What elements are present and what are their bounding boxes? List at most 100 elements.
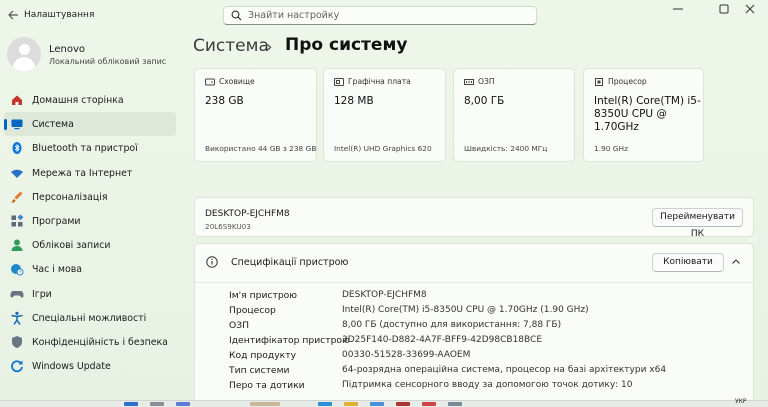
- copy-button[interactable]: Копіювати: [652, 253, 724, 272]
- home-icon: [12, 95, 22, 105]
- sidebar-item-home[interactable]: Домашня сторінка: [4, 88, 176, 112]
- card-value: 8,00 ГБ: [464, 95, 505, 107]
- sidebar-item-label: Ігри: [32, 288, 52, 300]
- sidebar-item-label: Конфіденційність і безпека: [32, 336, 168, 348]
- spec-label: Перо та дотики: [229, 380, 305, 391]
- card-value: Intel(R) Core(TM) i5-8350U CPU @ 1.70GHz: [594, 95, 701, 133]
- sidebar-item-bluetooth[interactable]: Bluetooth та пристрої: [4, 136, 176, 160]
- store-icon[interactable]: [370, 402, 384, 406]
- card-title: Сховище: [219, 77, 255, 86]
- device-name: DESKTOP-EJCHFM8: [205, 209, 290, 219]
- sidebar-item-system[interactable]: Система: [4, 112, 176, 137]
- sidebar-item-personalization[interactable]: Персоналізація: [4, 185, 176, 209]
- apps-icon: [11, 214, 24, 227]
- person-icon: [11, 239, 23, 252]
- edge-icon[interactable]: [318, 402, 332, 406]
- search-icon: [231, 10, 242, 21]
- sidebar-item-label: Система: [32, 119, 74, 131]
- spec-value: 00330-51528-33699-AAOEM: [342, 350, 471, 360]
- breadcrumb-parent[interactable]: Система: [193, 36, 269, 56]
- card-title: ОЗП: [478, 77, 495, 86]
- sidebar-item-windows-update[interactable]: Windows Update: [4, 354, 176, 378]
- sidebar-item-label: Bluetooth та пристрої: [32, 143, 138, 155]
- language-indicator[interactable]: УКР: [735, 398, 747, 405]
- task-view-icon[interactable]: [176, 402, 190, 406]
- sidebar-item-label: Спеціальні можливості: [32, 312, 147, 324]
- sidebar-item-privacy[interactable]: Конфіденційність і безпека: [4, 330, 176, 354]
- title-bar: Налаштування Знайти настройку: [0, 0, 768, 32]
- specs-header[interactable]: Специфікації пристрою Копіювати: [195, 244, 753, 283]
- spec-value: DESKTOP-EJCHFM8: [342, 290, 427, 300]
- app-icon[interactable]: [422, 402, 436, 406]
- chevron-up-icon[interactable]: [731, 257, 741, 267]
- cpu-icon: [595, 78, 603, 86]
- explorer-icon[interactable]: [344, 402, 358, 406]
- sidebar-item-label: Облікові записи: [32, 240, 111, 252]
- sidebar-item-label: Windows Update: [32, 361, 111, 373]
- sidebar-item-label: Персоналізація: [32, 191, 108, 203]
- settings-taskbar-icon[interactable]: [448, 402, 462, 406]
- widgets-icon[interactable]: [250, 402, 280, 406]
- page-title: Про систему: [285, 35, 408, 55]
- card-subtext: Intel(R) UHD Graphics 620: [334, 144, 432, 153]
- profile-name: Lenovo: [49, 44, 86, 55]
- storage-icon: [205, 78, 215, 86]
- accessibility-icon: [11, 311, 23, 325]
- card-subtext: 1.90 GHz: [594, 144, 628, 153]
- sidebar-item-label: Мережа та Інтернет: [32, 167, 133, 179]
- card-title: Процесор: [608, 77, 647, 86]
- sidebar-item-time-language[interactable]: Час і мова: [4, 257, 176, 281]
- bluetooth-icon: [12, 142, 22, 155]
- search-taskbar-icon[interactable]: [150, 402, 164, 406]
- spec-value: Підтримка сенсорного вводу за допомогою …: [342, 380, 633, 390]
- app-title: Налаштування: [24, 10, 95, 20]
- ram-card[interactable]: ОЗП 8,00 ГБ Швидкість: 2400 МГц: [453, 68, 575, 162]
- sidebar-item-label: Час і мова: [32, 264, 82, 276]
- rename-pc-button[interactable]: Перейменувати ПК: [652, 208, 743, 239]
- brush-icon: [11, 191, 23, 203]
- device-name-panel: DESKTOP-EJCHFM8 20L6S9KU03 Перейменувати…: [194, 197, 754, 239]
- search-input[interactable]: Знайти настройку: [248, 10, 339, 21]
- sidebar-item-apps[interactable]: Програми: [4, 209, 176, 233]
- device-specs-panel: Специфікації пристрою Копіювати Ім'я при…: [194, 243, 754, 406]
- wifi-icon: [11, 169, 23, 178]
- spec-label: Процесор: [229, 305, 276, 316]
- info-icon: [206, 256, 218, 268]
- spec-label: Тип системи: [229, 365, 290, 376]
- sidebar-nav: Домашня сторінка Система Bluetooth та пр…: [4, 88, 176, 378]
- breadcrumb-separator: ›: [266, 37, 273, 56]
- spec-value: 3D25F140-D882-4A7F-BFF9-42D98CB18BCE: [342, 335, 543, 345]
- update-icon: [11, 360, 23, 373]
- system-icon: [11, 119, 23, 130]
- maximize-icon: [719, 4, 729, 14]
- card-value: 238 GB: [205, 95, 244, 107]
- cpu-card[interactable]: Процесор Intel(R) Core(TM) i5-8350U CPU …: [583, 68, 704, 162]
- spec-value: Intel(R) Core(TM) i5-8350U CPU @ 1.70GHz…: [342, 305, 589, 315]
- sidebar-item-accounts[interactable]: Облікові записи: [4, 233, 176, 257]
- profile-account-type: Локальний обліковий запис: [49, 57, 167, 66]
- gamepad-icon: [10, 290, 24, 298]
- app-icon[interactable]: [396, 402, 410, 406]
- close-button[interactable]: [732, 0, 768, 24]
- spec-label: Код продукту: [229, 350, 297, 361]
- spec-value: 64-розрядна операційна система, процесор…: [342, 365, 667, 375]
- spec-label: ОЗП: [229, 320, 250, 331]
- storage-card[interactable]: Сховище 238 GB Використано 44 GB з 238 G…: [194, 68, 317, 162]
- card-title: Графічна плата: [348, 77, 411, 86]
- minimize-icon: [673, 8, 683, 10]
- start-icon[interactable]: [124, 402, 138, 406]
- sidebar-item-network[interactable]: Мережа та Інтернет: [4, 161, 176, 185]
- sidebar-item-accessibility[interactable]: Спеціальні можливості: [4, 306, 176, 330]
- sidebar-item-gaming[interactable]: Ігри: [4, 282, 176, 306]
- card-value: 128 MB: [334, 95, 374, 107]
- gpu-card[interactable]: Графічна плата 128 MB Intel(R) UHD Graph…: [323, 68, 446, 162]
- back-arrow-icon[interactable]: [6, 8, 20, 22]
- spec-value: 8,00 ГБ (доступно для використання: 7,88…: [342, 320, 562, 330]
- close-icon: [745, 4, 755, 14]
- spec-label: Ім'я пристрою: [229, 290, 298, 301]
- search-box[interactable]: Знайти настройку: [223, 6, 537, 25]
- settings-window: Налаштування Знайти настройку Lenovo Лок…: [0, 0, 768, 407]
- avatar[interactable]: [7, 37, 41, 71]
- minimize-button[interactable]: [660, 0, 696, 24]
- card-subtext: Швидкість: 2400 МГц: [464, 144, 548, 153]
